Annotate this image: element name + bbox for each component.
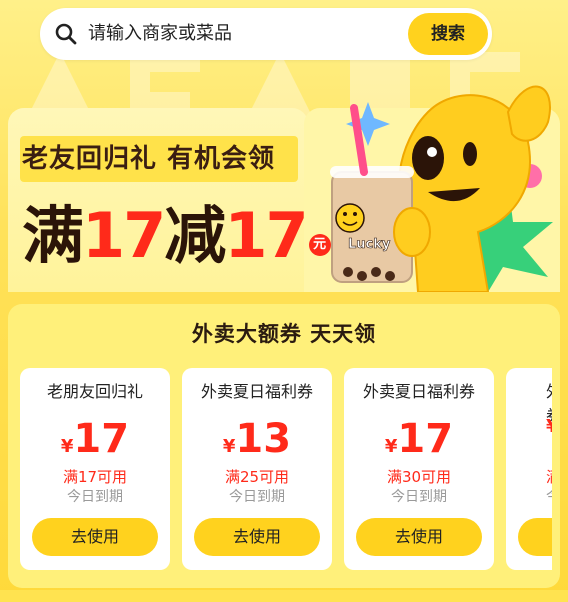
coupon-expiry: 今日到期	[229, 489, 285, 505]
coupon-amount: 17	[397, 416, 454, 462]
currency-symbol: ¥	[546, 416, 552, 437]
coupon-condition: 满	[506, 466, 552, 487]
offer-word-man: 满	[22, 199, 84, 272]
coupon-amount: 17	[73, 416, 130, 462]
search-button[interactable]: 搜索	[408, 13, 488, 55]
search-icon	[55, 23, 77, 45]
coupon-title: 外卖夏日福利券	[200, 382, 313, 401]
coupon-expiry: 今	[506, 486, 552, 506]
use-coupon-button[interactable]: 去使用	[194, 518, 320, 556]
currency-symbol: ¥	[384, 436, 398, 457]
search-input[interactable]: 请输入商家或菜品	[88, 8, 232, 60]
offer-word-jian: 减	[164, 199, 226, 272]
offer-discount: 17	[224, 199, 308, 272]
coupon-value: ¥17	[20, 416, 170, 462]
use-coupon-button[interactable]: 去使用	[356, 518, 482, 556]
bottom-edge	[0, 590, 568, 602]
use-coupon-button[interactable]	[518, 518, 552, 556]
mascot-eye-right	[463, 142, 477, 166]
coupon-scroll-list[interactable]: 老朋友回归礼 ¥17 满17可用 今日到期 去使用 外卖夏日福利券 ¥13 满2…	[20, 368, 552, 574]
cup-smiley-icon	[335, 203, 365, 233]
coupon-title: 老朋友回归礼	[46, 382, 143, 401]
mascot-illustration: Lucky	[330, 85, 553, 292]
coupon-condition: 满17可用	[62, 468, 128, 486]
coupon-condition: 满30可用	[386, 468, 452, 486]
coupon-card[interactable]: 外卖夏日福利券 ¥17 满30可用 今日到期 去使用	[344, 368, 494, 570]
banner-subtitle: 老友回归礼 有机会领	[22, 144, 276, 174]
mascot-hand	[393, 207, 431, 257]
coupon-amount: 13	[235, 416, 292, 462]
mascot-ear	[506, 85, 551, 142]
coupon-expiry: 今日到期	[67, 489, 123, 505]
currency-symbol: ¥	[60, 436, 74, 457]
page: 请输入商家或菜品 搜索 老友回归礼 有机会领 满17减17 元 Lucky 外卖…	[0, 0, 568, 602]
coupon-value: ¥17	[344, 416, 494, 462]
coupon-card-partial[interactable]: 外卖夏日福利券 ¥ 满 今	[506, 368, 552, 570]
promo-banner[interactable]: 老友回归礼 有机会领 满17减17 元 Lucky	[8, 85, 560, 292]
coupon-expiry: 今日到期	[391, 489, 447, 505]
coupon-section: 外卖大额券 天天领 老朋友回归礼 ¥17 满17可用 今日到期 去使用 外卖夏日…	[8, 304, 560, 588]
offer-threshold: 17	[82, 199, 166, 272]
currency-symbol: ¥	[222, 436, 236, 457]
coupon-condition: 满25可用	[224, 468, 290, 486]
coupon-value: ¥	[506, 416, 552, 437]
coupon-section-title: 外卖大额券 天天领	[191, 322, 377, 346]
coupon-card[interactable]: 老朋友回归礼 ¥17 满17可用 今日到期 去使用	[20, 368, 170, 570]
coupon-title: 外卖夏日福利券	[362, 382, 475, 401]
mascot-eye-left	[412, 136, 444, 180]
cup-label: Lucky	[348, 237, 391, 252]
coupon-card[interactable]: 外卖夏日福利券 ¥13 满25可用 今日到期 去使用	[182, 368, 332, 570]
coupon-value: ¥13	[182, 416, 332, 462]
search-bar[interactable]: 请输入商家或菜品 搜索	[40, 8, 492, 60]
use-coupon-button[interactable]: 去使用	[32, 518, 158, 556]
banner-offer: 满17减17 元	[22, 200, 331, 272]
